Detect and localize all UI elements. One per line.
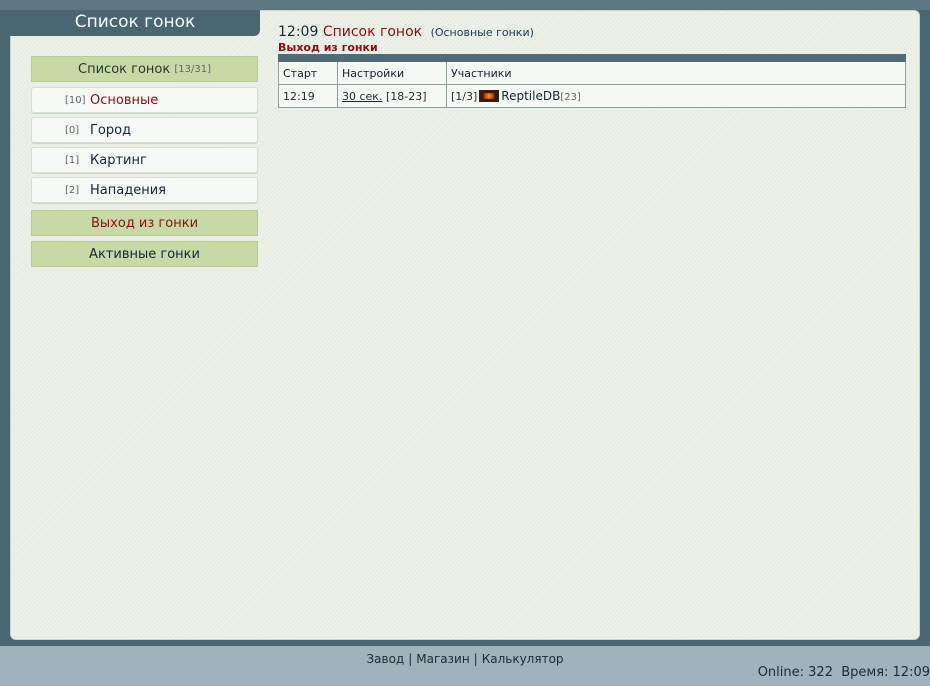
player-level: [23]	[560, 92, 581, 103]
player-name[interactable]: ReptileDB	[501, 89, 560, 103]
page-title-text: Список гонок	[322, 24, 423, 40]
sidebar-item-karting[interactable]: [1] Картинг	[31, 147, 258, 173]
column-header-settings: Настройки	[337, 61, 447, 85]
sidebar-item-city[interactable]: [0] Город	[31, 117, 258, 143]
column-header-participants: Участники	[446, 61, 906, 85]
current-time: 12:09	[278, 24, 319, 40]
table-header-bar	[278, 54, 906, 62]
exit-race-link[interactable]: Выход из гонки	[278, 41, 378, 54]
status-text: Online: 322 Время: 12:09	[757, 665, 930, 680]
race-count: [13/31]	[174, 63, 211, 75]
participants-cell: [1/3] ReptileDB[23]	[446, 84, 906, 108]
car-icon	[479, 90, 500, 102]
sidebar-item-label: Город	[90, 122, 132, 138]
item-count: [2]	[65, 184, 80, 196]
sidebar-item-label: Нападения	[90, 182, 166, 198]
sidebar-item-race-list[interactable]: Список гонок [13/31]	[31, 56, 258, 82]
level-range: [18-23]	[385, 89, 427, 103]
sidebar-header: Список гонок	[10, 10, 260, 36]
column-header-start: Старт	[278, 61, 338, 85]
sidebar-item-attacks[interactable]: [2] Нападения	[31, 177, 258, 203]
footer-links: Завод | Магазин | Калькулятор	[0, 652, 930, 666]
table-header-row: Старт Настройки Участники	[278, 61, 906, 85]
sidebar-item-label: Выход из гонки	[90, 215, 199, 231]
window-frame	[0, 0, 930, 10]
start-time-cell: 12:19	[278, 84, 338, 108]
sidebar-item-main[interactable]: [10] Основные	[31, 87, 258, 113]
races-table: Старт Настройки Участники 12:19 30 сек. …	[278, 54, 906, 108]
page-title: 12:09 Список гонок (Основные гонки)	[278, 24, 534, 40]
sidebar-item-label: Список гонок	[78, 61, 171, 77]
sidebar-item-active-races[interactable]: Активные гонки	[31, 241, 258, 267]
participants-count: [1/3]	[451, 90, 478, 103]
page-subtitle: (Основные гонки)	[430, 26, 534, 39]
footer-link-shop[interactable]: Магазин	[416, 652, 469, 666]
table-row: 12:19 30 сек. [18-23] [1/3] ReptileDB[23]	[278, 84, 906, 108]
item-count: [0]	[65, 124, 80, 136]
item-count: [10]	[65, 94, 86, 106]
sidebar-item-label: Картинг	[90, 152, 147, 168]
settings-cell: 30 сек. [18-23]	[337, 84, 447, 108]
footer-link-factory[interactable]: Завод	[366, 652, 404, 666]
timeout-link[interactable]: 30 сек.	[342, 90, 382, 103]
footer-link-calculator[interactable]: Калькулятор	[482, 652, 564, 666]
item-count: [1]	[65, 154, 80, 166]
sidebar-item-exit-race[interactable]: Выход из гонки	[31, 210, 258, 236]
sidebar-item-label: Активные гонки	[89, 246, 200, 262]
footer-separator: |	[408, 652, 413, 666]
footer-separator: |	[473, 652, 478, 666]
sidebar-item-label: Основные	[90, 92, 159, 108]
